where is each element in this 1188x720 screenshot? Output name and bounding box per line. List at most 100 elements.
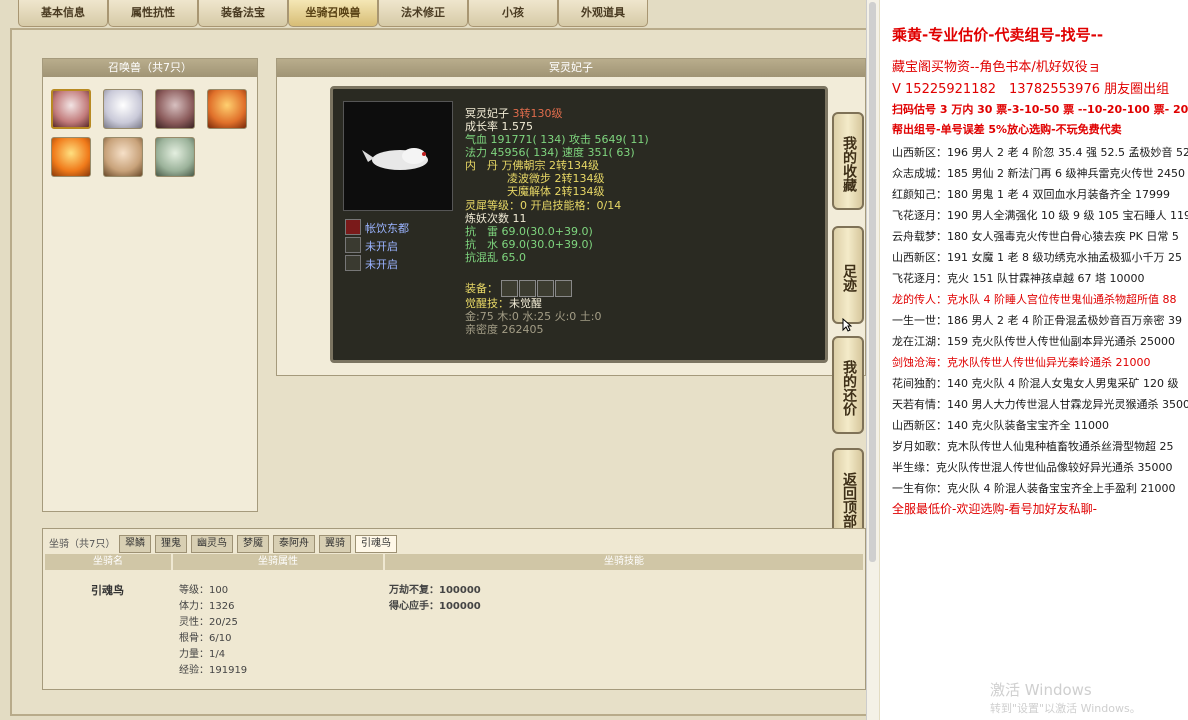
footprint-button[interactable]: 足迹 xyxy=(832,226,864,324)
locked-skill-icon xyxy=(345,255,361,271)
mount-tab-7[interactable]: 引魂鸟 xyxy=(355,535,397,553)
summon-portrait xyxy=(343,101,453,211)
notes-line-2: V 15225921182 13782553976 朋友圈出组 xyxy=(892,82,1170,97)
summon-skill-2[interactable]: 未开启 xyxy=(345,237,445,253)
skill-label: 帐饮东都 xyxy=(365,222,409,235)
notes-row: 一生一世：186 男人 2 老 4 阶正骨混孟极妙音百万亲密 39 xyxy=(892,314,1182,327)
mount-tab-5[interactable]: 泰阿舟 xyxy=(273,535,315,553)
notes-pane: 乘黄-专业估价-代卖组号-找号-- 藏宝阁买物资--角色书本/机好奴役ョ V 1… xyxy=(880,0,1188,720)
skill-label: 未开启 xyxy=(365,240,398,253)
summon-res-thunder: 抗 雷 69.0(30.0+39.0) xyxy=(465,225,593,238)
scrollbar[interactable] xyxy=(866,0,879,720)
notes-row: 飞花逐月：190 男人全满强化 10 级 9 级 105 宝石睡人 119 xyxy=(892,209,1188,222)
summon-detail-card: 冥灵妃子 3转130级 成长率 1.575 气血 191771( 134) 攻击… xyxy=(330,86,828,363)
mount-title: 坐骑（共7只） xyxy=(49,539,116,550)
mount-stat-level: 等级：100 xyxy=(179,585,229,596)
tab-appearance[interactable]: 外观道具 xyxy=(558,0,648,27)
notes-row: 山西新区：196 男人 2 老 4 阶忽 35.4 强 52.5 孟极妙音 52… xyxy=(892,146,1188,159)
summon-dan-3: 天魔解体 2转134级 xyxy=(507,185,605,198)
mount-stat-spirit: 灵性：20/25 xyxy=(179,617,238,628)
mouse-cursor-icon xyxy=(842,318,852,332)
summon-yao-count: 炼妖次数 11 xyxy=(465,212,527,225)
favorites-button[interactable]: 我的收藏 xyxy=(832,112,864,210)
equip-slot-1[interactable] xyxy=(501,280,518,297)
scrollbar-thumb[interactable] xyxy=(869,2,876,562)
summon-mp-speed: 法力 45956( 134) 速度 351( 63) xyxy=(465,146,635,159)
summon-res-chaos: 抗混乱 65.0 xyxy=(465,251,526,264)
mount-stat-exp: 经验：191919 xyxy=(179,665,248,676)
notes-row: 半生缘：克火队传世混人传世仙品像较好异光通杀 35000 xyxy=(892,461,1173,474)
notes-row: 山西新区：140 克火队装备宝宝齐全 11000 xyxy=(892,419,1109,432)
equip-label: 装备： xyxy=(465,282,498,295)
my-offer-label: 我的还价 xyxy=(841,360,857,416)
tab-mounts-summons[interactable]: 坐骑召唤兽 xyxy=(288,0,378,27)
summon-list-title: 召唤兽（共7只） xyxy=(43,59,257,77)
summon-hp-attack: 气血 191771( 134) 攻击 5649( 11) xyxy=(465,133,649,146)
skill-label: 未开启 xyxy=(365,258,398,271)
mount-panel: 坐骑（共7只） 翠鳞 狸鬼 幽灵鸟 梦魇 泰阿舟 翼骑 引魂鸟 坐骑名 坐骑属性… xyxy=(42,528,866,690)
summon-dan-2: 凌波微步 2转134级 xyxy=(507,172,605,185)
equip-slot-2[interactable] xyxy=(519,280,536,297)
summon-skill-3[interactable]: 未开启 xyxy=(345,255,445,271)
mount-tab-6[interactable]: 翼骑 xyxy=(319,535,351,553)
notes-row: 一生有你：克火队 4 阶混人装备宝宝齐全上手盈利 21000 xyxy=(892,482,1176,495)
favorites-label: 我的收藏 xyxy=(841,136,857,192)
mount-tab-4[interactable]: 梦魇 xyxy=(237,535,269,553)
notes-row: 龙的传人：克水队 4 阶睡人宫位传世鬼仙通杀物超所值 88 xyxy=(892,293,1177,306)
summon-skill-1[interactable]: 帐饮东都 xyxy=(345,219,445,235)
summon-avatar-7[interactable] xyxy=(155,137,195,177)
notes-row: 剑蚀沧海：克水队传世人传世仙异光秦岭通杀 21000 xyxy=(892,356,1151,369)
mount-col-attr: 坐骑属性 xyxy=(173,554,383,570)
mount-tab-3[interactable]: 幽灵鸟 xyxy=(191,535,233,553)
notes-line-4: 帮出组号-单号误差 5%放心选购-不玩免费代卖 xyxy=(892,123,1122,136)
summon-avatar-3[interactable] xyxy=(155,89,195,129)
notes-row: 红颜知己：180 男鬼 1 老 4 双回血水月装备齐全 17999 xyxy=(892,188,1170,201)
locked-skill-icon xyxy=(345,237,361,253)
mount-col-name: 坐骑名 xyxy=(45,554,171,570)
skill-icon xyxy=(345,219,361,235)
footprint-label: 足迹 xyxy=(841,264,857,292)
mount-stat-hp: 体力：1326 xyxy=(179,601,235,612)
summon-res-water: 抗 水 69.0(30.0+39.0) xyxy=(465,238,593,251)
notes-row: 天若有情：140 男人大力传世混人甘霖龙异光灵猴通杀 35000 xyxy=(892,398,1188,411)
windows-activation-hint: 转到"设置"以激活 Windows。 xyxy=(990,702,1141,715)
summon-name: 冥灵妃子 xyxy=(465,107,509,120)
tab-spell-mod[interactable]: 法术修正 xyxy=(378,0,468,27)
equip-slot-4[interactable] xyxy=(555,280,572,297)
summon-lingxi: 灵犀等级：0 开启技能格：0/14 xyxy=(465,199,622,212)
summon-avatar-6[interactable] xyxy=(103,137,143,177)
summon-list-panel: 召唤兽（共7只） xyxy=(42,58,258,512)
mount-stat-strength: 力量：1/4 xyxy=(179,649,226,660)
summon-avatar-1[interactable] xyxy=(51,89,91,129)
mount-skill-1: 万劫不复：100000 xyxy=(389,585,481,596)
notes-row: 花间独酌：140 克火队 4 阶混人女鬼女人男鬼采矿 120 级 xyxy=(892,377,1179,390)
mount-stat-bone: 根骨：6/10 xyxy=(179,633,232,644)
game-window: 基本信息 属性抗性 装备法宝 坐骑召唤兽 法术修正 小孩 外观道具 召唤兽（共7… xyxy=(0,0,880,720)
summon-avatar-4[interactable] xyxy=(207,89,247,129)
mount-skill-2: 得心应手：100000 xyxy=(389,601,481,612)
notes-row: 岁月如歌：克木队传世人仙鬼种植畜牧通杀丝滑型物超 25 xyxy=(892,440,1174,453)
notes-row-last: 全服最低价-欢迎选购-看号加好友私聊- xyxy=(892,502,1097,516)
notes-row: 众志成城：185 男仙 2 新法门再 6 级神兵雷克火传世 2450 xyxy=(892,167,1185,180)
awaken-label: 觉醒技： xyxy=(465,297,509,310)
windows-activation-watermark: 激活 Windows xyxy=(990,681,1092,699)
mount-name: 引魂鸟 xyxy=(91,584,124,597)
tab-attributes[interactable]: 属性抗性 xyxy=(108,0,198,27)
equip-slot-3[interactable] xyxy=(537,280,554,297)
tab-child[interactable]: 小孩 xyxy=(468,0,558,27)
notes-row: 龙在江湖：159 克火队传世人传世仙副本异光通杀 25000 xyxy=(892,335,1175,348)
tab-equipment[interactable]: 装备法宝 xyxy=(198,0,288,27)
my-offer-button[interactable]: 我的还价 xyxy=(832,336,864,434)
summon-avatar-2[interactable] xyxy=(103,89,143,129)
tab-basic-info[interactable]: 基本信息 xyxy=(18,0,108,27)
notes-row: 飞花逐月：克火 151 队甘霖神孩卓越 67 塔 10000 xyxy=(892,272,1145,285)
mount-tab-2[interactable]: 狸鬼 xyxy=(155,535,187,553)
notes-line-1: 藏宝阁买物资--角色书本/机好奴役ョ xyxy=(892,60,1101,75)
awaken-value: 未觉醒 xyxy=(509,297,542,310)
summon-avatar-5[interactable] xyxy=(51,137,91,177)
summon-elements: 金:75 木:0 水:25 火:0 土:0 xyxy=(465,310,602,323)
notes-title: 乘黄-专业估价-代卖组号-找号-- xyxy=(892,26,1104,44)
summon-level: 3转130级 xyxy=(512,107,563,120)
summon-intimacy: 亲密度 262405 xyxy=(465,323,544,336)
mount-tab-1[interactable]: 翠鳞 xyxy=(119,535,151,553)
